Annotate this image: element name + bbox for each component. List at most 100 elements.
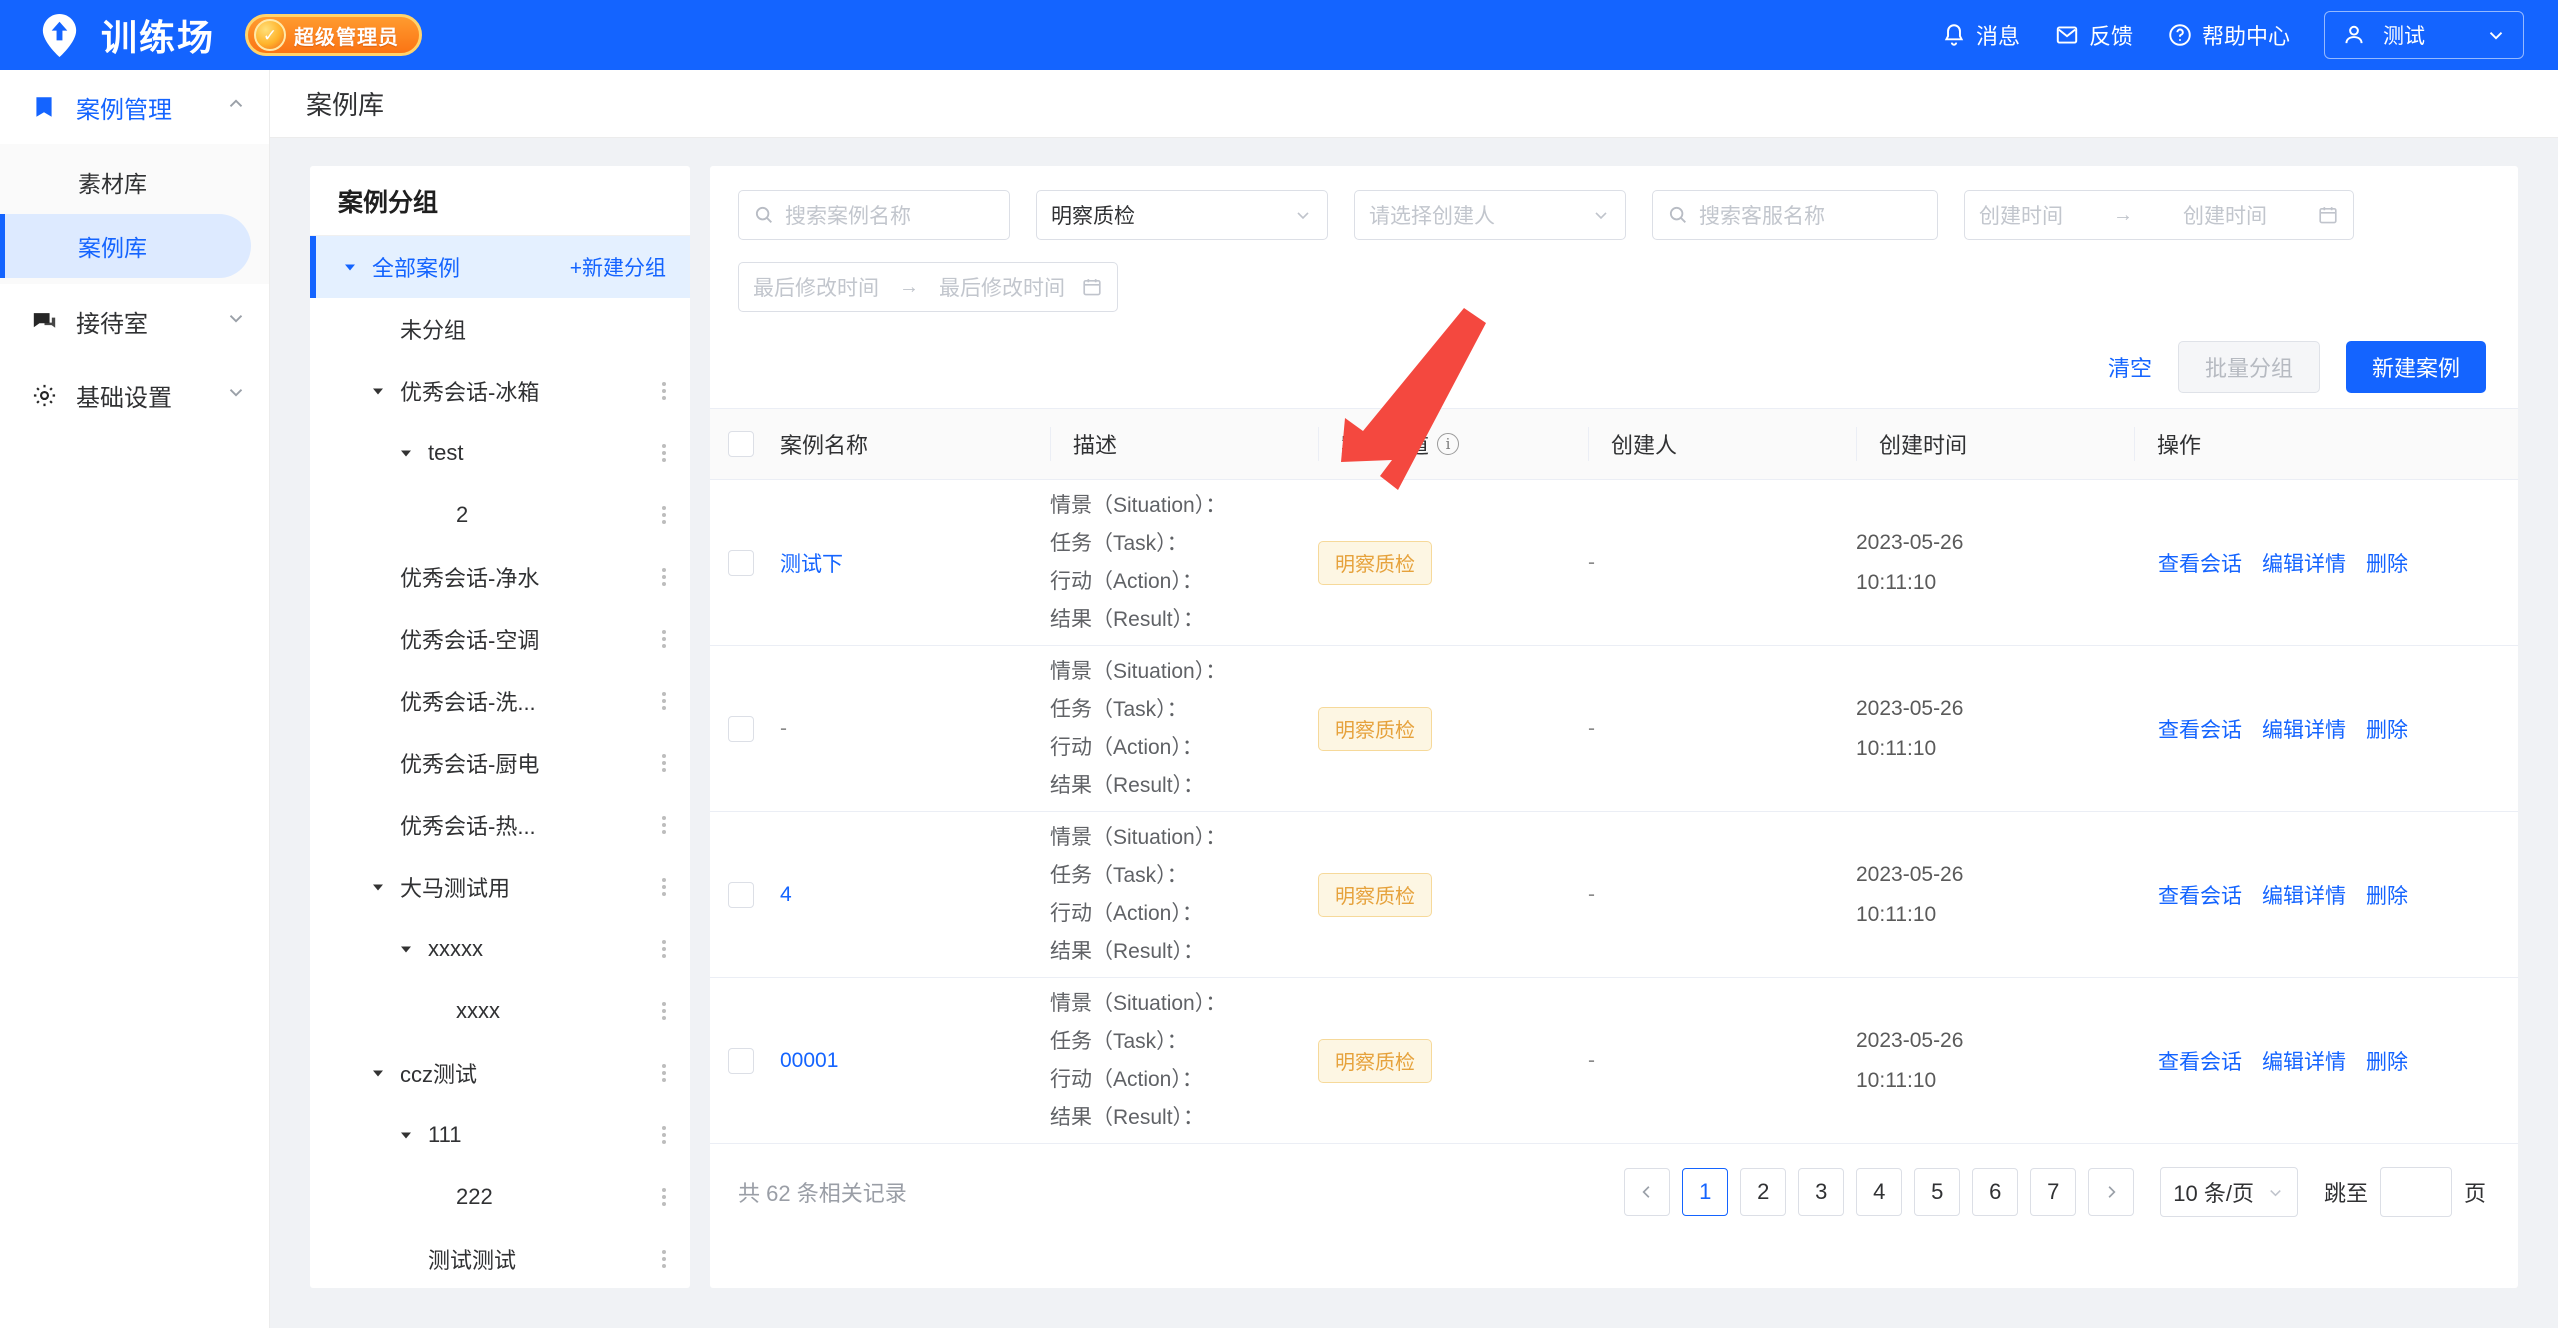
tree-node-more-icon[interactable] [656, 999, 672, 1023]
pagination-prev-button[interactable] [1624, 1168, 1671, 1216]
modify-time-range-picker[interactable]: 最后修改时间 → 最后修改时间 [738, 262, 1118, 312]
tree-node-more-icon[interactable] [656, 751, 672, 775]
caret-down-icon[interactable] [368, 879, 388, 895]
caret-down-icon[interactable] [340, 259, 360, 275]
new-group-button[interactable]: +新建分组 [570, 252, 672, 282]
tree-node[interactable]: 优秀会话-冰箱 [310, 360, 690, 422]
tree-node-more-icon[interactable] [656, 441, 672, 465]
tree-node[interactable]: ccz测试 [310, 1042, 690, 1104]
caret-down-icon[interactable] [396, 445, 416, 461]
tree-node-more-icon[interactable] [656, 565, 672, 589]
sidebar-group-basic-settings[interactable]: 基础设置 [0, 358, 269, 432]
tree-node-more-icon[interactable] [656, 1185, 672, 1209]
sidebar-item-case-library[interactable]: 案例库 [0, 214, 251, 278]
row-checkbox[interactable] [728, 715, 754, 742]
chevron-down-icon [1595, 212, 1607, 220]
batch-group-button[interactable]: 批量分组 [2177, 341, 2320, 393]
caret-down-icon[interactable] [396, 1127, 416, 1143]
tree-node[interactable]: 222 [310, 1166, 690, 1228]
pagination-page-6[interactable]: 6 [1972, 1168, 2019, 1216]
delete-link[interactable]: 删除 [2366, 553, 2408, 576]
tree-node[interactable]: xxxxx [310, 918, 690, 980]
clear-filters-button[interactable]: 清空 [2108, 351, 2152, 383]
tree-node[interactable]: 未分组 [310, 298, 690, 360]
new-case-button[interactable]: 新建案例 [2345, 341, 2486, 393]
tree-node[interactable]: 2 [310, 484, 690, 546]
sidebar-item-material-library[interactable]: 素材库 [0, 150, 251, 214]
tree-node[interactable]: 全部案例 +新建分组 [310, 236, 690, 298]
case-name-link[interactable]: 4 [780, 883, 792, 906]
search-case-name-input[interactable]: 搜索案例名称 [738, 190, 1010, 240]
tree-node[interactable]: 优秀会话-净水 [310, 546, 690, 608]
topbar-item-help-center[interactable]: 帮助中心 [2167, 19, 2290, 51]
pagination-page-3[interactable]: 3 [1798, 1168, 1845, 1216]
topbar-item-messages[interactable]: 消息 [1941, 19, 2020, 51]
tree-node[interactable]: 大马测试用 [310, 856, 690, 918]
tree-node[interactable]: 优秀会话-洗... [310, 670, 690, 732]
topbar-item-feedback[interactable]: 反馈 [2054, 19, 2133, 51]
tree-node-more-icon[interactable] [656, 379, 672, 403]
edit-detail-link[interactable]: 编辑详情 [2262, 885, 2346, 908]
row-checkbox[interactable] [728, 549, 754, 576]
tree-node-more-icon[interactable] [656, 689, 672, 713]
select-all-checkbox[interactable] [728, 431, 754, 457]
tree-node[interactable]: 优秀会话-空调 [310, 608, 690, 670]
creator-select[interactable]: 请选择创建人 [1354, 190, 1626, 240]
tree-node-label: 优秀会话-热... [400, 814, 536, 839]
info-icon[interactable]: i [1437, 433, 1460, 455]
tree-node[interactable]: test [310, 422, 690, 484]
view-session-link[interactable]: 查看会话 [2158, 553, 2242, 576]
tree-node[interactable]: 优秀会话-厨电 [310, 732, 690, 794]
tree-node[interactable]: 优秀会话-热... [310, 794, 690, 856]
create-time-range-picker[interactable]: 创建时间 → 创建时间 [1964, 190, 2354, 240]
channel-select[interactable]: 明察质检 [1036, 190, 1328, 240]
caret-down-icon[interactable] [396, 941, 416, 957]
caret-down-icon[interactable] [368, 383, 388, 399]
view-session-link[interactable]: 查看会话 [2158, 885, 2242, 908]
tree-node-more-icon[interactable] [656, 875, 672, 899]
pagination-page-2[interactable]: 2 [1740, 1168, 1787, 1216]
row-checkbox[interactable] [728, 1047, 754, 1074]
pagination-page-4[interactable]: 4 [1856, 1168, 1903, 1216]
page-size-select[interactable]: 10 条/页 [2160, 1167, 2298, 1217]
tree-node-more-icon[interactable] [656, 1061, 672, 1085]
tree-node-more-icon[interactable] [656, 1123, 672, 1147]
pagination-page-1[interactable]: 1 [1682, 1168, 1729, 1216]
tree-node[interactable]: xxxx [310, 980, 690, 1042]
view-session-link[interactable]: 查看会话 [2158, 1051, 2242, 1074]
row-checkbox[interactable] [728, 881, 754, 908]
delete-link[interactable]: 删除 [2366, 885, 2408, 908]
delete-link[interactable]: 删除 [2366, 719, 2408, 742]
page-jump-input[interactable] [2379, 1167, 2452, 1217]
caret-down-icon[interactable] [368, 1065, 388, 1081]
pagination-page-7[interactable]: 7 [2030, 1168, 2077, 1216]
edit-detail-link[interactable]: 编辑详情 [2262, 553, 2346, 576]
tree-node-more-icon[interactable] [656, 1247, 672, 1271]
case-name-link[interactable]: 00001 [780, 1049, 838, 1072]
tree-node[interactable]: 111 [310, 1104, 690, 1166]
pagination-page-5[interactable]: 5 [1914, 1168, 1961, 1216]
description-lines: 情景（Situation）： 任务（Task）： 行动（Action）： 结果（Res… [1050, 653, 1318, 805]
sidebar-group-case-management[interactable]: 案例管理 [0, 70, 269, 144]
case-name-link[interactable]: 测试下 [780, 553, 843, 576]
topbar-item-label: 消息 [1975, 24, 2020, 49]
tree-node-more-icon[interactable] [656, 813, 672, 837]
tree-node[interactable]: 测试测试 [310, 1228, 690, 1288]
tree-node-more-icon[interactable] [656, 503, 672, 527]
brand-name: 训练场 [101, 18, 216, 59]
desc-line-action: 行动（Action）： [1050, 1067, 1203, 1091]
user-menu[interactable]: 测试 [2324, 11, 2524, 59]
edit-detail-link[interactable]: 编辑详情 [2262, 719, 2346, 742]
tree-node-more-icon[interactable] [656, 627, 672, 651]
tree-node-more-icon[interactable] [656, 937, 672, 961]
creator-select-placeholder: 请选择创建人 [1369, 205, 1495, 228]
pagination-next-button[interactable] [2088, 1168, 2135, 1216]
delete-link[interactable]: 删除 [2366, 1051, 2408, 1074]
sidebar-group-reception-room[interactable]: 接待室 [0, 284, 269, 358]
edit-detail-link[interactable]: 编辑详情 [2262, 1051, 2346, 1074]
search-agent-name-input[interactable]: 搜索客服名称 [1652, 190, 1938, 240]
toolbar-actions: 清空 批量分组 新建案例 [710, 334, 2518, 396]
cell-create-time: 2023-05-26 10:11:10 [1856, 689, 2134, 769]
brand-area[interactable]: 训练场 [0, 9, 215, 61]
view-session-link[interactable]: 查看会话 [2158, 719, 2242, 742]
